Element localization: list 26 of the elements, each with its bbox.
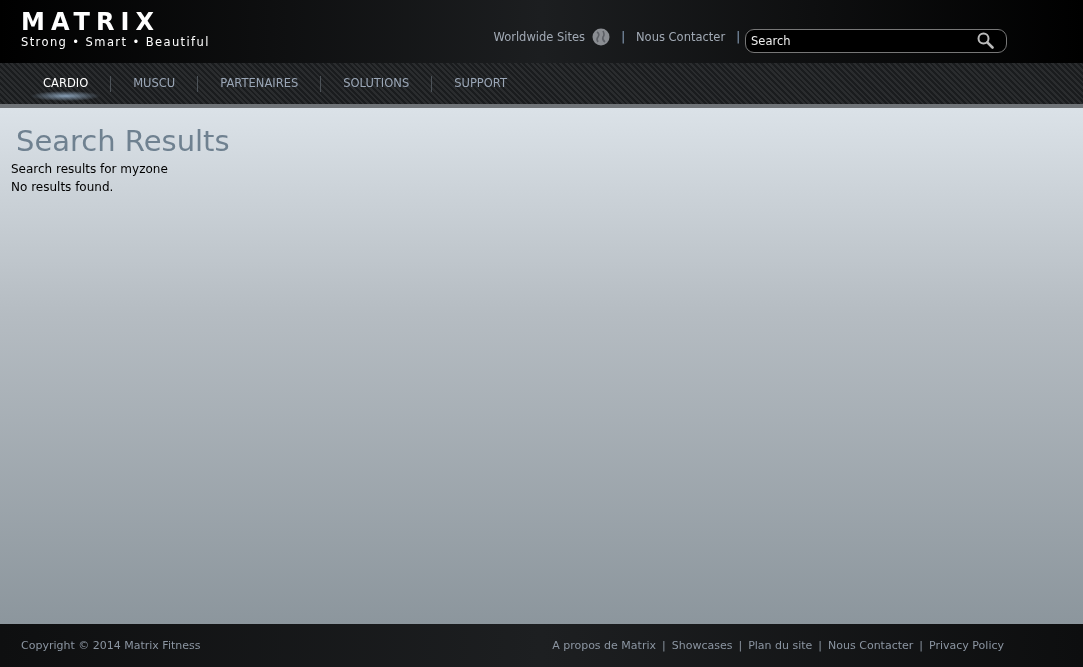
separator: | (736, 30, 740, 44)
separator: | (737, 639, 744, 652)
footer-link[interactable]: Nous Contacter (825, 639, 917, 652)
logo-tagline: Strong • Smart • Beautiful (21, 35, 210, 49)
result-message: No results found. (11, 179, 115, 196)
header-link[interactable]: Worldwide Sites (493, 30, 586, 44)
globe-icon[interactable] (592, 28, 611, 46)
nav-tab[interactable]: SUPPORT (432, 63, 530, 104)
separator: | (661, 639, 667, 652)
result-message: Search results for myzone (11, 161, 169, 178)
separator: | (817, 639, 824, 652)
footer-link[interactable]: Showcases (668, 639, 736, 652)
logo-wordmark[interactable]: MATRIX (21, 10, 210, 34)
header-link[interactable]: Nous Contacter (636, 30, 726, 44)
nav-tab[interactable]: SOLUTIONS (321, 63, 432, 104)
footer-link[interactable]: Privacy Policy (926, 639, 1007, 652)
search-field[interactable]: Search (745, 29, 1007, 53)
separator: | (621, 30, 625, 44)
nav-tab[interactable]: MUSCU (111, 63, 198, 104)
page-title: Search Results (16, 124, 231, 158)
copyright-text: Copyright © 2014 Matrix Fitness (21, 639, 201, 652)
footer-link[interactable]: A propos de Matrix (549, 639, 659, 652)
footer-link[interactable]: Plan du site (745, 639, 816, 652)
separator: | (918, 639, 925, 652)
nav-tab[interactable]: PARTENAIRES (198, 63, 321, 104)
search-icon[interactable] (977, 32, 994, 49)
